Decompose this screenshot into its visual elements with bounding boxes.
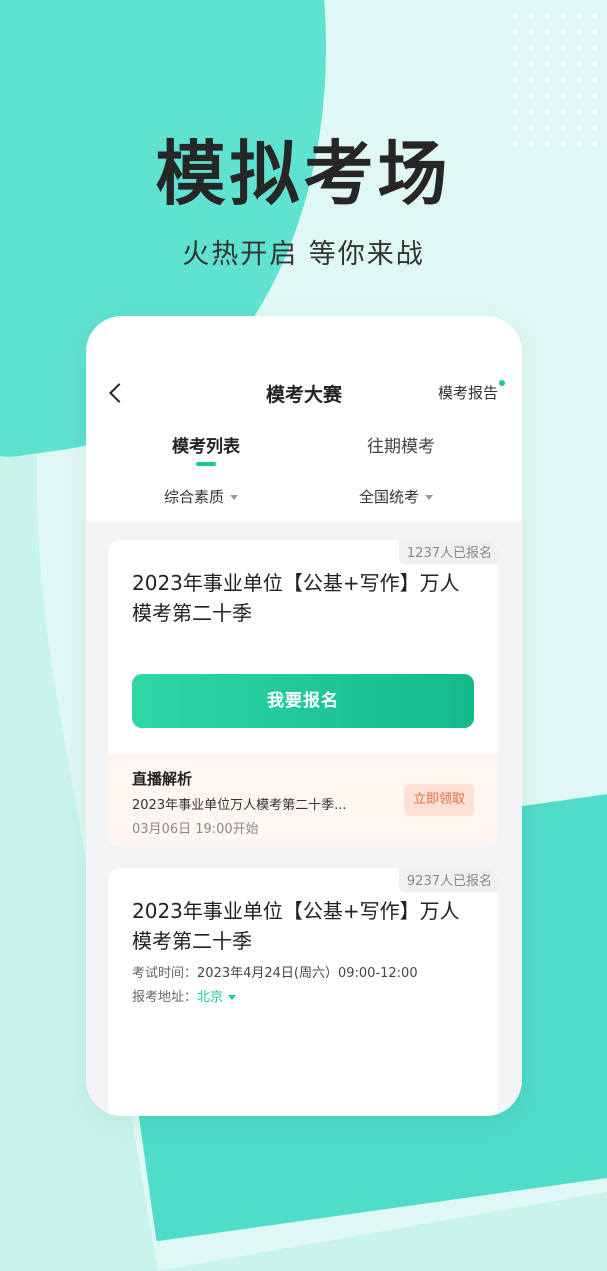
phone-mockup: 模考大赛 模考报告 模考列表 往期模考 综合素质 全国统考 1237人已报名 2… bbox=[86, 316, 522, 1116]
signup-button[interactable]: 我要报名 bbox=[132, 674, 474, 728]
top-panel: 模考大赛 模考报告 模考列表 往期模考 综合素质 全国统考 bbox=[86, 316, 522, 522]
exam-title: 2023年事业单位【公基+写作】万人模考第二十季 bbox=[132, 571, 460, 625]
exam-card[interactable]: 1237人已报名 2023年事业单位【公基+写作】万人模考第二十季 我要报名 直… bbox=[108, 540, 498, 846]
filter-region[interactable]: 全国统考 bbox=[359, 486, 434, 507]
tab-past-exams[interactable]: 往期模考 bbox=[321, 432, 481, 457]
filter-subject[interactable]: 综合素质 bbox=[164, 486, 239, 507]
hero-subtitle: 火热开启 等你来战 bbox=[182, 239, 425, 270]
report-link[interactable]: 模考报告 bbox=[438, 382, 498, 403]
exam-title: 2023年事业单位【公基+写作】万人模考第二十季 bbox=[132, 899, 460, 953]
exam-time-label: 考试时间： bbox=[132, 966, 198, 981]
live-desc: 2023年事业单位万人模考第二十季... bbox=[132, 798, 347, 813]
location-label: 报考地址： bbox=[132, 990, 198, 1005]
caret-down-icon bbox=[425, 495, 434, 500]
location-row: 报考地址：北京 bbox=[132, 986, 237, 1005]
signup-count-badge: 9237人已报名 bbox=[398, 868, 498, 892]
location-selector[interactable]: 北京 bbox=[197, 990, 223, 1005]
claim-button[interactable]: 立即领取 bbox=[403, 784, 474, 816]
notification-dot bbox=[499, 380, 505, 386]
filter-region-label: 全国统考 bbox=[359, 488, 420, 506]
exam-time-value: 2023年4月24日(周六）09:00-12:00 bbox=[197, 966, 418, 981]
live-time: 03月06日 19:00开始 bbox=[132, 822, 259, 837]
caret-down-icon bbox=[230, 495, 239, 500]
caret-down-icon bbox=[228, 995, 237, 1000]
active-tab-indicator bbox=[196, 462, 216, 466]
exam-card[interactable]: 9237人已报名 2023年事业单位【公基+写作】万人模考第二十季 考试时间：2… bbox=[108, 868, 498, 1116]
tab-bar: 模考列表 往期模考 bbox=[86, 432, 522, 472]
nav-bar: 模考大赛 模考报告 bbox=[86, 378, 522, 408]
tab-exam-list[interactable]: 模考列表 bbox=[126, 432, 286, 457]
signup-count-badge: 1237人已报名 bbox=[398, 540, 498, 564]
live-analysis-panel: 直播解析 2023年事业单位万人模考第二十季... 03月06日 19:00开始… bbox=[108, 754, 498, 846]
hero-title: 模拟考场 bbox=[155, 133, 452, 215]
filter-subject-label: 综合素质 bbox=[164, 488, 225, 506]
exam-time-row: 考试时间：2023年4月24日(周六）09:00-12:00 bbox=[132, 962, 418, 981]
live-title: 直播解析 bbox=[132, 770, 193, 788]
